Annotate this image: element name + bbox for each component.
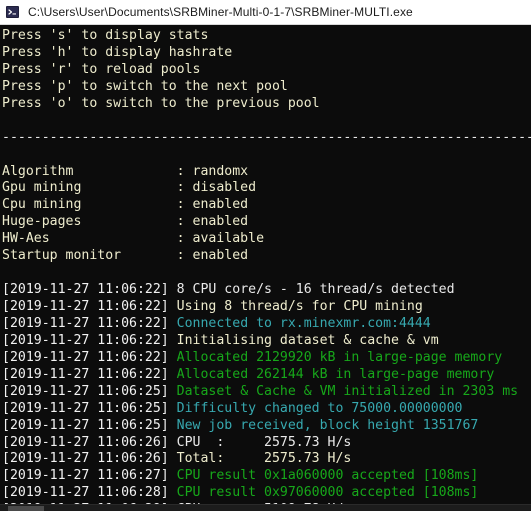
log-message: Connected to rx.minexmr.com:4444 xyxy=(176,315,431,331)
log-line: [2019-11-27 11:06:28] CPU result 0x97060… xyxy=(2,485,531,502)
log-timestamp: [2019-11-27 11:06:25] xyxy=(2,400,177,416)
log-timestamp: [2019-11-27 11:06:26] xyxy=(2,434,177,450)
log-line: [2019-11-27 11:06:27] CPU result 0x1a060… xyxy=(2,468,531,485)
log-timestamp: [2019-11-27 11:06:22] xyxy=(2,366,177,382)
log-line: [2019-11-27 11:06:22] Connected to rx.mi… xyxy=(2,316,531,333)
log-line: [2019-11-27 11:06:26] CPU : 2575.73 H/s xyxy=(2,435,531,452)
log-message: Allocated 262144 kB in large-page memory xyxy=(176,366,495,382)
keybinding-line: Press 's' to display stats xyxy=(2,28,209,43)
log-timestamp: [2019-11-27 11:06:22] xyxy=(2,315,177,331)
log-message: 8 CPU core/s - 16 thread/s detected xyxy=(176,282,455,298)
log-line: [2019-11-27 11:06:22] Allocated 2129920 … xyxy=(2,350,531,367)
log-line: [2019-11-27 11:06:22] 8 CPU core/s - 16 … xyxy=(2,282,531,299)
log-line: [2019-11-27 11:06:22] Initialising datas… xyxy=(2,333,531,350)
log-line: [2019-11-27 11:06:22] Using 8 thread/s f… xyxy=(2,299,531,316)
keybinding-line: Press 'h' to display hashrate xyxy=(2,44,233,60)
log-timestamp: [2019-11-27 11:06:25] xyxy=(2,383,177,399)
log-line: [2019-11-27 11:06:25] New job received, … xyxy=(2,418,531,435)
console-app-icon xyxy=(5,4,21,20)
log-timestamp: [2019-11-27 11:06:22] xyxy=(2,282,177,298)
log-message: Using 8 thread/s for CPU mining xyxy=(176,299,423,314)
info-line: Startup monitor : enabled xyxy=(2,248,249,264)
info-line: Huge-pages : enabled xyxy=(2,214,249,230)
info-line: Gpu mining : disabled xyxy=(2,180,257,196)
console-output[interactable]: Press 's' to display stats Press 'h' to d… xyxy=(0,25,531,511)
keybinding-line: Press 'o' to switch to the previous pool xyxy=(2,95,320,111)
separator-line: ----------------------------------------… xyxy=(2,129,531,145)
log-timestamp: [2019-11-27 11:06:26] xyxy=(2,451,177,467)
console-window: C:\Users\User\Documents\SRBMiner-Multi-0… xyxy=(0,0,531,511)
log-message: Dataset & Cache & VM initialized in 2303… xyxy=(176,383,519,399)
keybinding-line: Press 'r' to reload pools xyxy=(2,61,201,77)
info-line: Cpu mining : enabled xyxy=(2,197,249,213)
info-line: Algorithm : randomx xyxy=(2,163,249,179)
taskbar-item xyxy=(8,506,44,511)
log-timestamp: [2019-11-27 11:06:22] xyxy=(2,299,177,314)
log-timestamp: [2019-11-27 11:06:22] xyxy=(2,349,177,365)
log-timestamp: [2019-11-27 11:06:25] xyxy=(2,417,177,433)
log-message: CPU result 0x97060000 accepted [108ms] xyxy=(176,485,479,501)
log-timestamp: [2019-11-27 11:06:27] xyxy=(2,468,177,484)
log-line: [2019-11-27 11:06:25] Dataset & Cache & … xyxy=(2,384,531,401)
log-line: [2019-11-27 11:06:22] Allocated 262144 k… xyxy=(2,367,531,384)
log-message: Allocated 2129920 kB in large-page memor… xyxy=(176,349,503,365)
log-timestamp: [2019-11-27 11:06:28] xyxy=(2,485,177,501)
log-message: Initialising dataset & cache & vm xyxy=(176,332,439,348)
log-message: New job received, block height 1351767 xyxy=(176,417,479,433)
taskbar-sliver xyxy=(0,504,531,511)
log-message: CPU : 2575.73 H/s xyxy=(176,434,352,450)
window-title: C:\Users\User\Documents\SRBMiner-Multi-0… xyxy=(28,5,413,19)
log-message: Difficulty changed to 75000.00000000 xyxy=(176,400,463,416)
log-message: CPU result 0x1a060000 accepted [108ms] xyxy=(176,468,479,484)
log-line: [2019-11-27 11:06:26] Total: 2575.73 H/s xyxy=(2,451,531,468)
log-timestamp: [2019-11-27 11:06:22] xyxy=(2,332,177,348)
log-line: [2019-11-27 11:06:25] Difficulty changed… xyxy=(2,401,531,418)
keybinding-line: Press 'p' to switch to the next pool xyxy=(2,78,288,94)
info-line: HW-Aes : available xyxy=(2,231,265,247)
window-titlebar[interactable]: C:\Users\User\Documents\SRBMiner-Multi-0… xyxy=(0,0,531,25)
log-message: Total: 2575.73 H/s xyxy=(176,451,352,467)
